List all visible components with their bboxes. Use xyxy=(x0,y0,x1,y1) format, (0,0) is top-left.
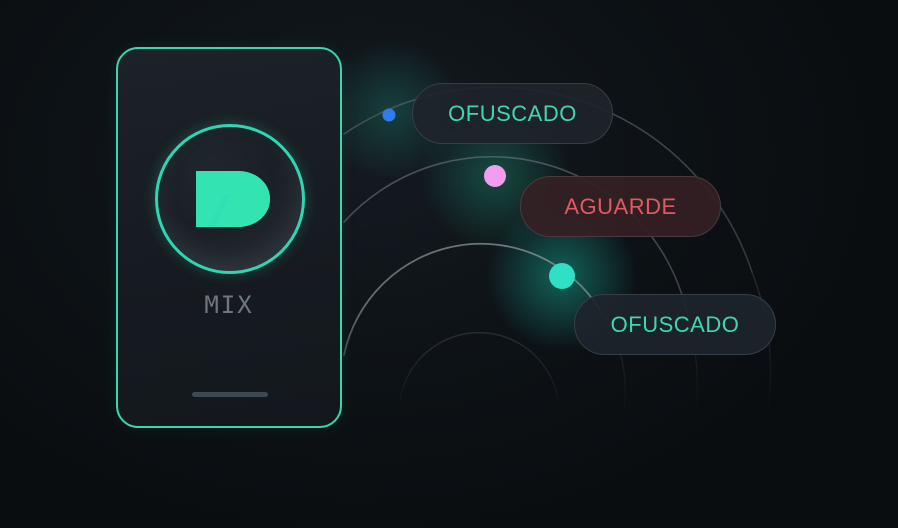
status-pill-obfuscated-2: OFUSCADO xyxy=(574,294,776,355)
mix-illustration: MIX OFUSCADO AGUARDE OFUSCADO xyxy=(0,0,898,528)
mix-logo-icon xyxy=(196,171,270,227)
brand-name: MIX xyxy=(204,291,254,319)
home-indicator xyxy=(192,392,268,397)
orbit-dot-pink xyxy=(484,165,506,187)
status-pill-obfuscated-1: OFUSCADO xyxy=(412,83,613,144)
logo-badge xyxy=(155,124,305,274)
orbit-dot-blue xyxy=(382,108,396,122)
phone-card: MIX xyxy=(116,47,342,428)
status-pill-waiting: AGUARDE xyxy=(520,176,721,237)
orbit-dot-teal xyxy=(549,263,575,289)
